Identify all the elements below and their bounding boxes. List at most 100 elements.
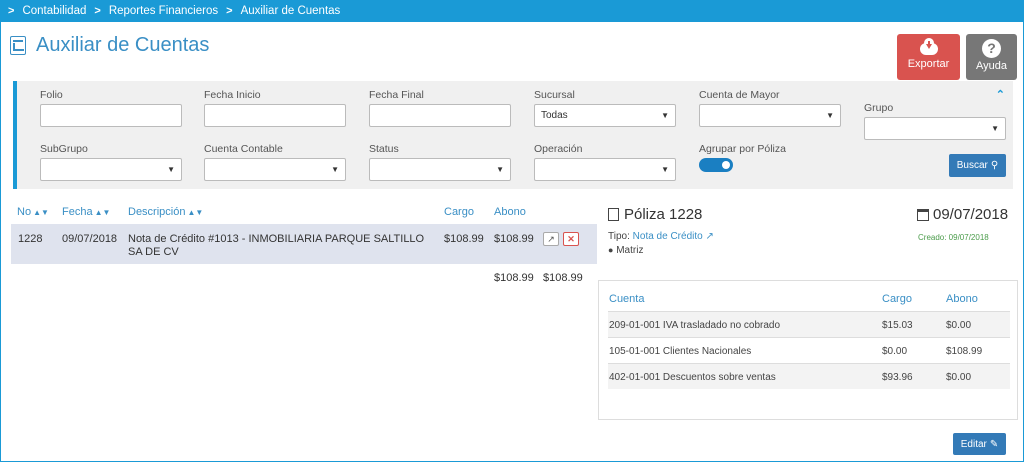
detail-abono: $0.00 [946,372,972,383]
detail-cargo: $93.96 [882,372,913,383]
cuenta-contable-label: Cuenta Contable [204,143,283,155]
sucursal-select[interactable]: Todas ▼ [534,104,676,127]
creado-label: Creado: 09/07/2018 [918,233,989,242]
map-marker-icon: ● [608,245,614,255]
cuenta-mayor-label: Cuenta de Mayor [699,89,780,101]
detail-cargo: $0.00 [882,346,908,357]
detail-header-abono: Abono [946,293,978,305]
status-field: Status ▼ [369,143,511,181]
col-header-fecha[interactable]: Fecha ▲▼ [62,206,110,218]
table-row[interactable]: 1228 09/07/2018 Nota de Crédito #1013 - … [11,224,597,264]
report-icon [10,36,26,55]
caret-down-icon: ▼ [331,165,339,174]
folio-label: Folio [40,89,63,101]
table-row: 105-01-001 Clientes Nacionales $0.00 $10… [608,337,1010,363]
total-abono: $108.99 [543,272,583,284]
caret-down-icon: ▼ [991,124,999,133]
edit-icon: ✎ [989,438,999,450]
col-header-no[interactable]: No ▲▼ [17,206,49,218]
fecha-inicio-label: Fecha Inicio [204,89,261,101]
filters-panel: ⌃ Folio Fecha Inicio Fecha Final Sucursa… [13,81,1013,189]
sucursal-label: Sucursal [534,89,575,101]
total-cargo: $108.99 [494,272,534,284]
external-link-icon[interactable]: ↗ [705,231,713,242]
cuenta-contable-select[interactable]: ▼ [204,158,346,181]
status-label: Status [369,143,399,155]
tipo-link[interactable]: Nota de Crédito [633,231,703,242]
status-select[interactable]: ▼ [369,158,511,181]
fecha-inicio-field: Fecha Inicio [204,89,346,127]
search-button[interactable]: Buscar ⚲ [949,154,1006,177]
agrupar-toggle[interactable] [699,158,733,172]
fecha-inicio-input[interactable] [204,104,346,127]
row-no: 1228 [18,233,43,245]
search-label: Buscar [956,160,988,171]
detail-cuenta: 402-01-001 Descuentos sobre ventas [609,372,776,383]
breadcrumb-item-contabilidad[interactable]: Contabilidad [22,5,86,17]
sort-icon: ▲▼ [33,208,49,217]
breadcrumb: > Contabilidad > Reportes Financieros > … [0,0,1024,22]
row-fecha: 09/07/2018 [62,233,118,245]
folio-field: Folio [40,89,182,127]
subgrupo-field: SubGrupo ▼ [40,143,182,181]
detail-header-cuenta: Cuenta [609,293,645,305]
breadcrumb-item-reportes[interactable]: Reportes Financieros [109,5,218,17]
cuenta-mayor-select[interactable]: ▼ [699,104,841,127]
delete-icon[interactable]: ✕ [563,232,579,246]
external-link-icon[interactable]: ↗ [543,232,559,246]
operacion-label: Operación [534,143,583,155]
operacion-select[interactable]: ▼ [534,158,676,181]
poliza-detail-table: Cuenta Cargo Abono 209-01-001 IVA trasla… [598,280,1018,420]
caret-down-icon: ▼ [661,165,669,174]
chevron-right-icon: > [94,5,101,17]
subgrupo-label: SubGrupo [40,143,88,155]
fecha-final-input[interactable] [369,104,511,127]
page-title: Auxiliar de Cuentas [36,34,210,56]
search-icon: ⚲ [990,160,999,171]
chevron-right-icon: > [226,5,233,17]
chevron-right-icon: > [8,5,15,17]
document-icon [608,208,619,221]
fecha-final-label: Fecha Final [369,89,424,101]
cuenta-mayor-field: Cuenta de Mayor ▼ [699,89,841,127]
row-cargo: $108.99 [444,233,484,245]
edit-button[interactable]: Editar ✎ [953,433,1006,455]
detail-abono: $108.99 [946,346,983,357]
col-header-abono: Abono [494,206,526,218]
export-label: Exportar [907,58,950,70]
sort-icon: ▲▼ [94,208,111,217]
table-row: 209-01-001 IVA trasladado no cobrado $15… [608,311,1010,337]
agrupar-field: Agrupar por Póliza [699,143,786,172]
question-icon: ? [982,39,1001,58]
detail-header-cargo: Cargo [882,293,912,305]
folio-input[interactable] [40,104,182,127]
fecha-final-field: Fecha Final [369,89,511,127]
help-button[interactable]: ? Ayuda [966,34,1017,80]
breadcrumb-item-auxiliar: Auxiliar de Cuentas [240,5,341,17]
detail-cuenta: 209-01-001 IVA trasladado no cobrado [609,320,781,331]
grupo-field: Grupo ▼ [864,102,1006,140]
row-descripcion: Nota de Crédito #1013 - INMOBILIARIA PAR… [128,233,425,258]
export-button[interactable]: Exportar [897,34,960,80]
grupo-select[interactable]: ▼ [864,117,1006,140]
cuenta-contable-field: Cuenta Contable ▼ [204,143,346,181]
subgrupo-select[interactable]: ▼ [40,158,182,181]
poliza-title: Póliza 1228 [608,206,702,223]
agrupar-label: Agrupar por Póliza [699,143,786,155]
poliza-sucursal: ● Matriz [608,245,644,256]
calendar-icon [917,208,929,221]
cloud-download-icon [919,38,939,56]
caret-down-icon: ▼ [496,165,504,174]
page-header: Auxiliar de Cuentas [10,34,209,57]
sort-icon: ▲▼ [187,208,204,217]
caret-down-icon: ▼ [661,111,669,120]
operacion-field: Operación ▼ [534,143,676,181]
col-header-descripcion[interactable]: Descripción ▲▼ [128,206,203,218]
caret-down-icon: ▼ [167,165,175,174]
detail-abono: $0.00 [946,320,972,331]
caret-down-icon: ▼ [826,111,834,120]
chevron-up-icon[interactable]: ⌃ [996,88,1005,101]
poliza-date: 09/07/2018 [917,206,1008,223]
poliza-tipo: Tipo: Nota de Crédito ↗ [608,231,714,242]
detail-cargo: $15.03 [882,320,913,331]
